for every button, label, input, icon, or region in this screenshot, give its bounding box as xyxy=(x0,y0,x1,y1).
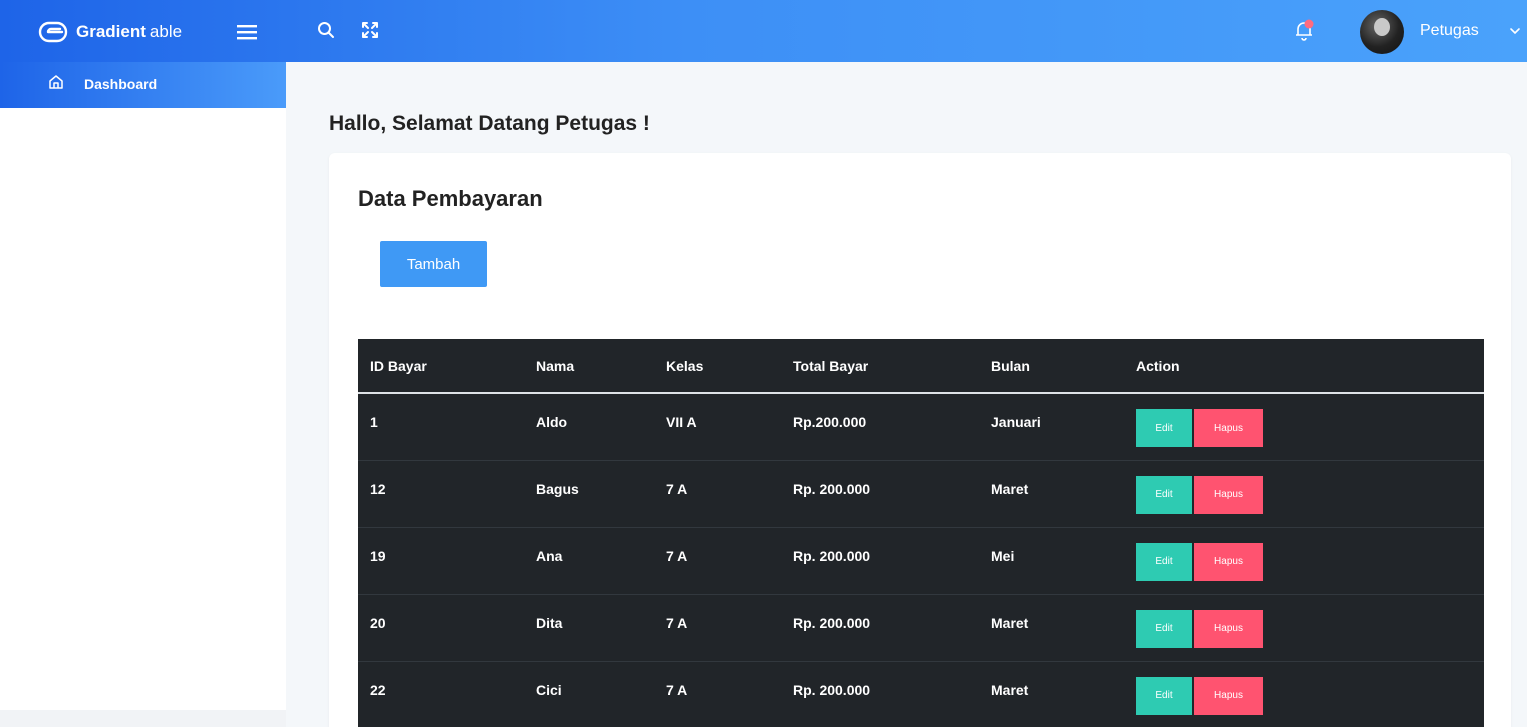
table-row: 19 Ana 7 A Rp. 200.000 Mei Edit Hapus xyxy=(358,527,1484,594)
top-navbar: Gradient able Petugas xyxy=(0,0,1527,62)
cell-kelas: 7 A xyxy=(666,547,688,564)
home-icon xyxy=(49,75,63,89)
sidebar-footer xyxy=(0,710,286,727)
column-header-bulan: Bulan xyxy=(979,339,1124,394)
cell-kelas: VII A xyxy=(666,414,697,430)
cell-total: Rp.200.000 xyxy=(793,414,867,430)
page-title: Hallo, Selamat Datang Petugas ! xyxy=(329,112,650,135)
hamburger-icon[interactable] xyxy=(236,23,258,41)
user-name[interactable]: Petugas xyxy=(1420,22,1479,40)
cell-actions: Edit Hapus xyxy=(1124,393,1484,460)
delete-button[interactable]: Hapus xyxy=(1194,609,1263,648)
cell-actions: Edit Hapus xyxy=(1124,594,1484,661)
table-header-row: ID Bayar Nama Kelas Total Bayar Bulan Ac… xyxy=(358,339,1484,394)
column-header-id: ID Bayar xyxy=(358,339,524,394)
cell-bulan: Januari xyxy=(991,414,1041,430)
cell-id: 20 xyxy=(370,614,386,631)
avatar[interactable] xyxy=(1360,10,1404,54)
cell-total: Rp. 200.000 xyxy=(793,614,871,631)
delete-button[interactable]: Hapus xyxy=(1194,475,1263,514)
delete-button[interactable]: Hapus xyxy=(1194,676,1263,715)
card-title: Data Pembayaran xyxy=(358,186,543,211)
add-button[interactable]: Tambah xyxy=(380,241,487,287)
search-icon[interactable] xyxy=(316,20,336,40)
logo-icon xyxy=(38,21,68,43)
payment-card: Data Pembayaran Tambah ID Bayar Nama Kel… xyxy=(329,153,1511,727)
edit-button[interactable]: Edit xyxy=(1136,676,1192,715)
cell-nama: Dita xyxy=(536,614,563,631)
column-header-kelas: Kelas xyxy=(654,339,781,394)
cell-kelas: 7 A xyxy=(666,681,688,698)
cell-bulan: Mei xyxy=(991,547,1015,564)
column-header-action: Action xyxy=(1124,339,1484,394)
edit-button[interactable]: Edit xyxy=(1136,409,1192,447)
cell-actions: Edit Hapus xyxy=(1124,661,1484,727)
sidebar: Dashboard xyxy=(0,62,286,727)
cell-bulan: Maret xyxy=(991,681,1029,698)
cell-id: 1 xyxy=(370,414,378,430)
cell-kelas: 7 A xyxy=(666,614,688,631)
edit-button[interactable]: Edit xyxy=(1136,475,1192,514)
cell-total: Rp. 200.000 xyxy=(793,547,871,564)
bell-icon[interactable] xyxy=(1293,18,1315,42)
cell-nama: Cici xyxy=(536,681,562,698)
brand-name: Gradient able xyxy=(76,22,182,42)
cell-bulan: Maret xyxy=(991,614,1029,631)
cell-actions: Edit Hapus xyxy=(1124,527,1484,594)
cell-id: 19 xyxy=(370,547,386,564)
cell-nama: Ana xyxy=(536,547,563,564)
brand-name-bold: Gradient xyxy=(76,22,146,41)
table-row: 22 Cici 7 A Rp. 200.000 Maret Edit Hapus xyxy=(358,661,1484,727)
table-row: 1 Aldo VII A Rp.200.000 Januari Edit Hapu… xyxy=(358,393,1484,460)
payment-table: ID Bayar Nama Kelas Total Bayar Bulan Ac… xyxy=(358,339,1484,727)
cell-total: Rp. 200.000 xyxy=(793,681,871,698)
cell-actions: Edit Hapus xyxy=(1124,460,1484,527)
column-header-nama: Nama xyxy=(524,339,654,394)
chevron-down-icon[interactable] xyxy=(1509,25,1521,37)
table-row: 20 Dita 7 A Rp. 200.000 Maret Edit Hapus xyxy=(358,594,1484,661)
sidebar-item-label: Dashboard xyxy=(84,76,158,92)
edit-button[interactable]: Edit xyxy=(1136,542,1192,581)
delete-button[interactable]: Hapus xyxy=(1194,409,1263,447)
cell-id: 22 xyxy=(370,681,386,698)
fullscreen-icon[interactable] xyxy=(360,20,380,40)
cell-kelas: 7 A xyxy=(666,480,688,497)
cell-nama: Aldo xyxy=(536,414,568,430)
sidebar-item-dashboard[interactable]: Dashboard xyxy=(0,62,286,108)
column-header-total: Total Bayar xyxy=(781,339,979,394)
cell-total: Rp. 200.000 xyxy=(793,480,871,497)
notification-dot xyxy=(1304,19,1314,29)
delete-button[interactable]: Hapus xyxy=(1194,542,1263,581)
cell-id: 12 xyxy=(370,480,386,497)
brand-name-light: able xyxy=(149,22,183,41)
table-row: 12 Bagus 7 A Rp. 200.000 Maret Edit Hapus xyxy=(358,460,1484,527)
edit-button[interactable]: Edit xyxy=(1136,609,1192,648)
cell-bulan: Maret xyxy=(991,480,1029,497)
brand[interactable]: Gradient able xyxy=(38,18,182,46)
cell-nama: Bagus xyxy=(536,480,579,497)
